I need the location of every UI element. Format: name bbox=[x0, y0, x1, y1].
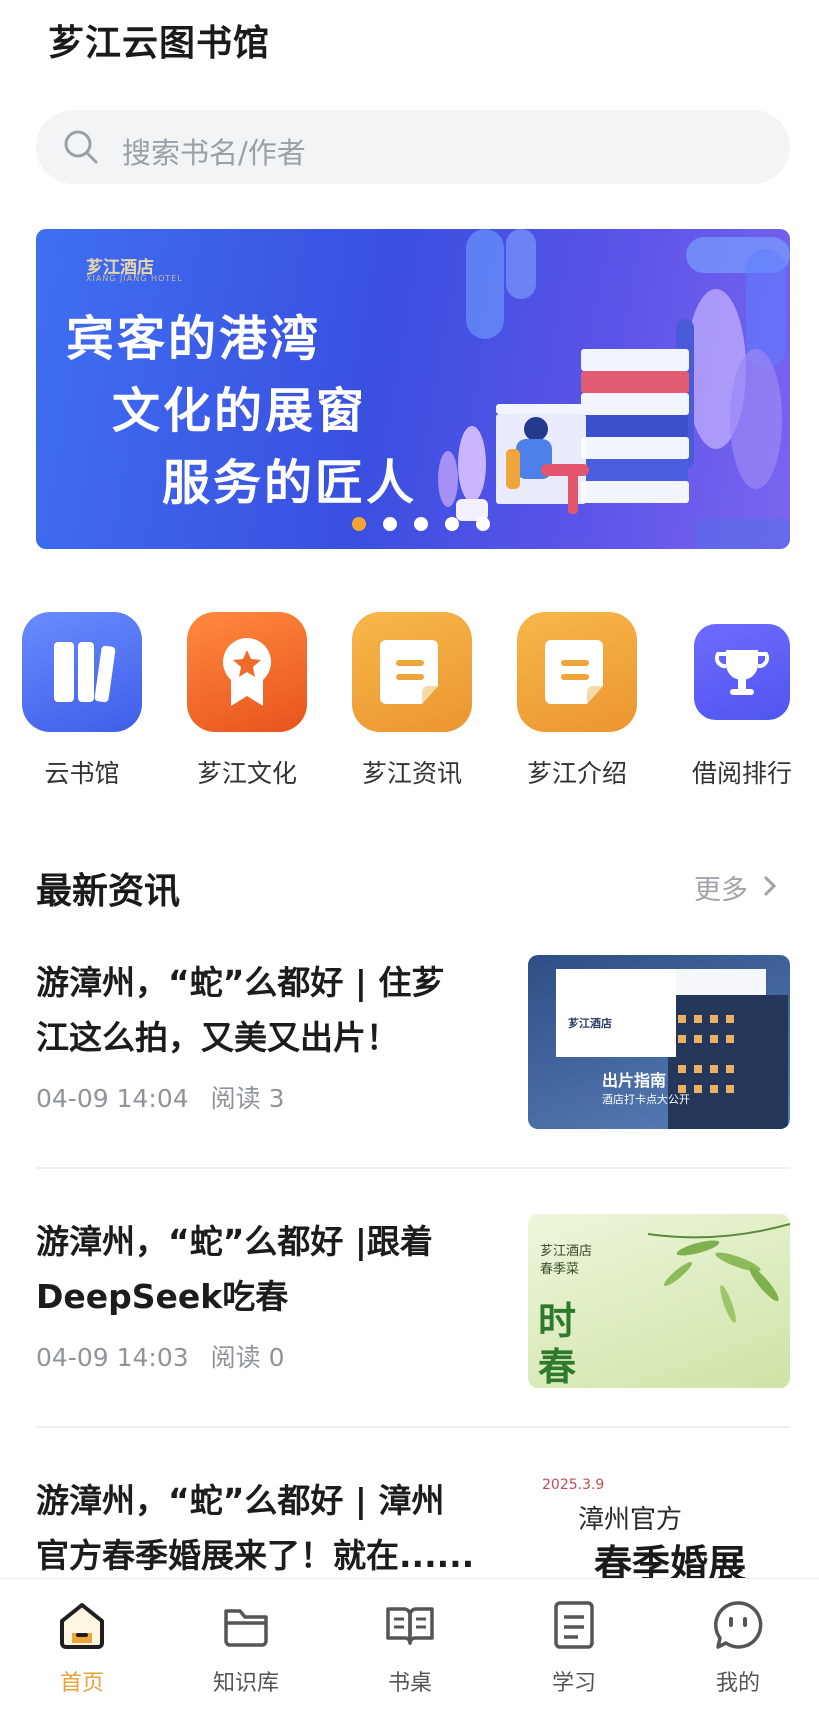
tab-label: 学习 bbox=[551, 1671, 596, 1696]
search-icon bbox=[64, 130, 98, 164]
shortcut-label: 借阅排行 bbox=[691, 759, 792, 788]
news-title: 游漳州，“蛇”么都好 |跟着DeepSeek吃春 bbox=[36, 1222, 433, 1316]
banner-dot-active[interactable] bbox=[352, 517, 366, 531]
tab-label: 首页 bbox=[59, 1671, 104, 1696]
more-link[interactable]: 更多 bbox=[694, 868, 748, 907]
thumb-brand: 芗江酒店 bbox=[568, 1017, 612, 1030]
banner-pagination bbox=[352, 517, 490, 531]
search-placeholder: 搜索书名/作者 bbox=[122, 136, 306, 170]
news-reads: 阅读 3 bbox=[210, 1084, 285, 1113]
news-thumbnail: 2025.3.9 漳州官方 春季婚展 bbox=[528, 1477, 790, 1578]
app-title: 芗江云图书馆 bbox=[48, 23, 271, 64]
shortcut-label: 芗江介绍 bbox=[526, 759, 627, 788]
thumb-caption: 出片指南 bbox=[602, 1071, 667, 1090]
banner-dot[interactable] bbox=[445, 517, 459, 531]
thumb-caption: 时春食 bbox=[538, 1299, 577, 1388]
news-time: 04-09 14:04 bbox=[36, 1084, 189, 1113]
banner-dot[interactable] bbox=[383, 517, 397, 531]
banner-dot[interactable] bbox=[476, 517, 490, 531]
banner-dot[interactable] bbox=[414, 517, 428, 531]
divider bbox=[36, 1167, 790, 1169]
banner-line-3: 服务的匠人 bbox=[162, 455, 418, 511]
shortcut-borrow-ranking[interactable]: 借阅排行 bbox=[662, 612, 819, 790]
news-item[interactable]: 游漳州，“蛇”么都好 |跟着DeepSeek吃春 04-09 14:03 阅读 0… bbox=[36, 1214, 790, 1394]
shortcut-label: 云书馆 bbox=[44, 759, 120, 788]
banner-line-1: 宾客的港湾 bbox=[66, 311, 322, 367]
shortcut-introduction[interactable]: 芗江介绍 bbox=[497, 612, 657, 790]
news-thumbnail: 芗江酒店 出片指南 酒店打卡点大公开 bbox=[528, 955, 790, 1129]
thumb-brand-sub: 春季菜 bbox=[540, 1262, 580, 1277]
tab-label: 书桌 bbox=[387, 1671, 432, 1696]
news-title: 游漳州，“蛇”么都好 | 住芗江这么拍，又美又出片！ bbox=[36, 963, 445, 1057]
document-icon bbox=[517, 612, 637, 732]
home-icon bbox=[60, 1603, 104, 1649]
news-thumbnail: 芗江酒店 春季菜 时春食 bbox=[528, 1214, 790, 1388]
shortcut-label: 芗江资讯 bbox=[361, 759, 462, 788]
tab-label: 知识库 bbox=[212, 1671, 279, 1696]
banner-line-2: 文化的展窗 bbox=[112, 383, 368, 439]
search-bar[interactable]: 搜索书名/作者 bbox=[36, 110, 790, 184]
chevron-right-icon[interactable] bbox=[762, 874, 778, 898]
award-icon bbox=[187, 612, 307, 732]
news-meta: 04-09 14:04 阅读 3 bbox=[36, 1079, 285, 1115]
profile-chat-icon bbox=[714, 1601, 763, 1649]
thumb-caption-sub: 酒店打卡点大公开 bbox=[602, 1093, 690, 1106]
news-reads: 阅读 0 bbox=[210, 1343, 285, 1372]
bottom-tab-bar: 首页 知识库 书桌 学习 我的 bbox=[0, 1578, 819, 1716]
news-time: 04-09 14:03 bbox=[36, 1343, 189, 1372]
section-title: 最新资讯 bbox=[36, 871, 181, 912]
news-title: 游漳州，“蛇”么都好 | 漳州官方春季婚展来了！就在...... bbox=[36, 1481, 475, 1575]
thumb-brand: 漳州官方 bbox=[578, 1505, 683, 1535]
shortcut-cloud-library[interactable]: 云书馆 bbox=[2, 612, 162, 790]
shortcut-label: 芗江文化 bbox=[196, 759, 297, 788]
tab-label: 我的 bbox=[715, 1671, 760, 1696]
news-meta: 04-09 14:03 阅读 0 bbox=[36, 1338, 285, 1374]
news-item[interactable]: 游漳州，“蛇”么都好 | 漳州官方春季婚展来了！就在...... 2025.3.… bbox=[36, 1473, 790, 1578]
document-icon bbox=[352, 612, 472, 732]
notepad-icon bbox=[554, 1601, 594, 1649]
trophy-icon bbox=[694, 624, 790, 720]
shortcut-grid: 云书馆 芗江文化 芗江资讯 芗江介绍 借阅排行 bbox=[0, 612, 819, 792]
news-item[interactable]: 游漳州，“蛇”么都好 | 住芗江这么拍，又美又出片！ 04-09 14:04 阅读… bbox=[36, 955, 790, 1135]
thumb-brand: 芗江酒店 bbox=[540, 1244, 593, 1259]
open-book-icon bbox=[386, 1607, 434, 1645]
shortcut-news[interactable]: 芗江资讯 bbox=[332, 612, 492, 790]
banner-brand-subtitle: XIANG JIANG HOTEL bbox=[86, 274, 183, 283]
thumb-date: 2025.3.9 bbox=[542, 1477, 605, 1493]
promo-banner[interactable]: 芗江酒店 XIANG JIANG HOTEL 宾客的港湾 文化的展窗 服务的匠人 bbox=[36, 229, 790, 549]
folder-icon bbox=[224, 1609, 268, 1647]
shortcut-culture[interactable]: 芗江文化 bbox=[167, 612, 327, 790]
thumb-caption: 春季婚展 bbox=[594, 1541, 747, 1578]
bookshelf-icon bbox=[22, 612, 142, 732]
divider bbox=[36, 1426, 790, 1428]
